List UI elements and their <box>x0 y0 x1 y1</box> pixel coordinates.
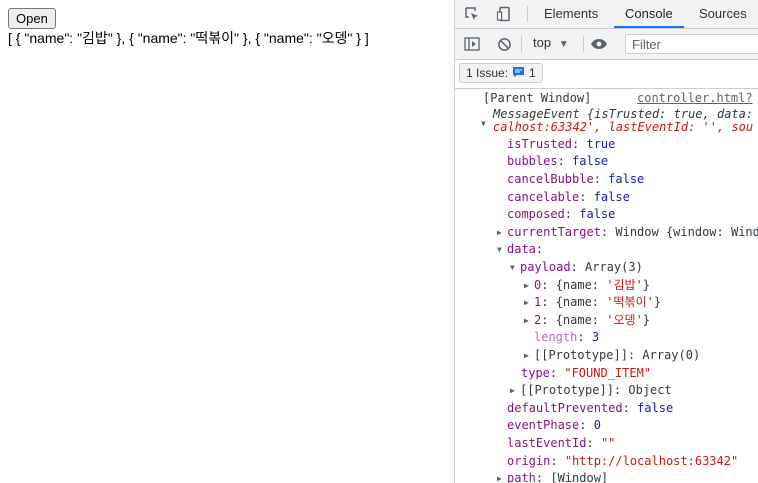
prop-cancelable: cancelable: false <box>507 190 630 204</box>
filter-input[interactable] <box>625 34 758 54</box>
context-value: top <box>533 35 552 50</box>
console-header: [Parent Window] <box>483 91 592 105</box>
output-text: [ { "name": "김밥" }, { "name": "떡볶이" }, {… <box>8 30 369 46</box>
open-button[interactable]: Open <box>8 8 56 29</box>
payload-item-1[interactable]: ▶ 1: {name: '떡볶이'} <box>524 294 661 311</box>
expand-arrow-icon[interactable]: ▶ <box>524 347 534 364</box>
prop-eventphase: eventPhase: 0 <box>507 418 601 432</box>
prop-bubbles: bubbles: false <box>507 154 609 168</box>
message-icon <box>512 66 525 81</box>
context-selector[interactable]: top ▼ <box>533 35 569 50</box>
issues-count: 1 <box>529 66 536 80</box>
expand-arrow-icon[interactable]: ▶ <box>524 312 534 329</box>
chevron-down-icon: ▼ <box>558 39 569 50</box>
separator <box>527 6 528 22</box>
issues-bar: 1 Issue: 1 <box>455 60 758 89</box>
prop-origin: origin: "http://localhost:63342" <box>507 454 739 468</box>
prop-payload[interactable]: ▼ payload: Array(3) <box>510 259 643 276</box>
expand-arrow-icon[interactable]: ▼ <box>497 241 507 258</box>
event-summary-line2: calhost:63342', lastEventId: '', sou <box>493 120 754 134</box>
prop-lasteventid: lastEventId: "" <box>507 436 616 450</box>
separator <box>583 36 584 52</box>
expand-arrow-icon[interactable]: ▶ <box>524 294 534 311</box>
tab-console[interactable]: Console <box>614 0 684 28</box>
data-type: type: "FOUND_ITEM" <box>521 366 652 380</box>
inspect-element-icon[interactable] <box>463 5 481 23</box>
device-toolbar-icon[interactable] <box>495 5 513 23</box>
issues-button[interactable]: 1 Issue: 1 <box>459 63 543 83</box>
separator <box>521 36 522 52</box>
payload-item-2[interactable]: ▶ 2: {name: '오뎅'} <box>524 312 650 329</box>
data-prototype[interactable]: ▶ [[Prototype]]: Object <box>510 382 672 399</box>
payload-length: length: 3 <box>534 330 600 344</box>
eye-icon[interactable] <box>589 36 609 52</box>
page-content: Open [ { "name": "김밥" }, { "name": "떡볶이"… <box>0 0 454 483</box>
expand-arrow-icon[interactable]: ▶ <box>497 470 507 483</box>
issues-label: 1 Issue: <box>466 66 509 80</box>
devtools-tab-bar: Elements Console Sources <box>455 0 758 29</box>
prop-defaultprevented: defaultPrevented: false <box>507 401 674 415</box>
devtools-panel: Elements Console Sources top ▼ 1 Issue: … <box>454 0 758 483</box>
payload-item-0[interactable]: ▶ 0: {name: '김밥'} <box>524 277 650 294</box>
expand-arrow-icon[interactable]: ▶ <box>510 382 520 399</box>
prop-istrusted: isTrusted: true <box>507 137 616 151</box>
expand-arrow-icon[interactable]: ▶ <box>497 224 507 241</box>
prop-cancelbubble: cancelBubble: false <box>507 172 645 186</box>
console-toolbar: top ▼ <box>455 29 758 60</box>
prop-data[interactable]: ▼ data: <box>497 241 543 258</box>
expand-arrow-icon[interactable]: ▼ <box>510 259 520 276</box>
source-link[interactable]: controller.html? <box>637 90 753 107</box>
tab-sources[interactable]: Sources <box>699 0 747 28</box>
prop-path[interactable]: ▶ path: [Window] <box>497 470 608 483</box>
tab-elements[interactable]: Elements <box>544 0 598 28</box>
sidebar-toggle-icon[interactable] <box>463 36 481 52</box>
clear-console-icon[interactable] <box>496 36 512 52</box>
prop-composed: composed: false <box>507 207 616 221</box>
expand-arrow-icon[interactable]: ▶ <box>524 277 534 294</box>
payload-prototype[interactable]: ▶ [[Prototype]]: Array(0) <box>524 347 700 364</box>
expand-arrow-icon[interactable]: ▼ <box>481 115 491 132</box>
prop-currenttarget[interactable]: ▶ currentTarget: Window {window: Wind <box>497 224 758 241</box>
